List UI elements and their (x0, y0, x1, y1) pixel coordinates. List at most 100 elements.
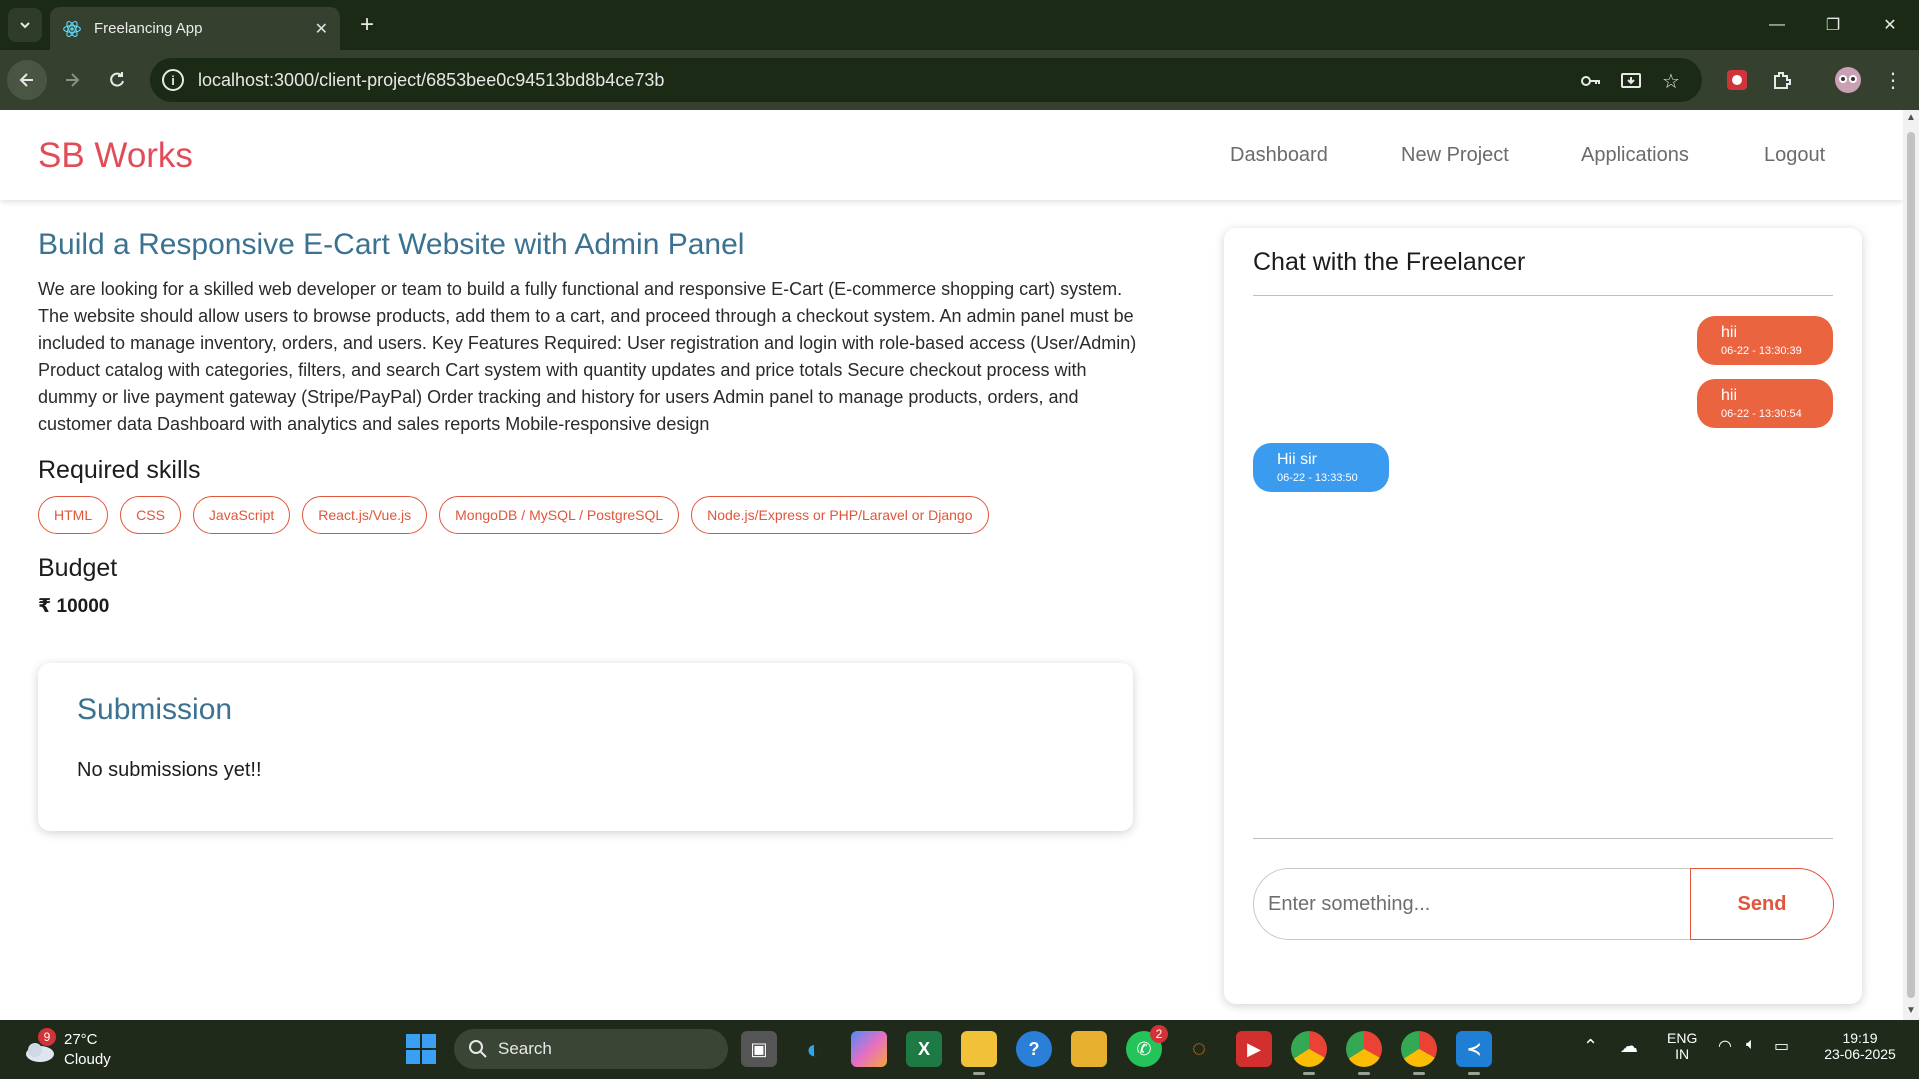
browser-tab-bar: Freelancing App ✕ + — ❐ ✕ (0, 0, 1919, 50)
skill-tag: Node.js/Express or PHP/Laravel or Django (691, 496, 989, 534)
nav-new-project[interactable]: New Project (1401, 144, 1509, 167)
address-bar[interactable]: i localhost:3000/client-project/6853bee0… (150, 58, 1702, 102)
wifi-icon[interactable]: ◠ (1718, 1036, 1732, 1056)
tab-search-button[interactable] (8, 8, 42, 42)
react-logo-icon (63, 20, 81, 37)
budget-value: ₹ 10000 (38, 596, 110, 617)
send-button[interactable]: Send (1690, 868, 1834, 940)
skill-tag: HTML (38, 496, 109, 534)
taskbar-search[interactable]: Search (454, 1029, 728, 1069)
message-text: hii (1721, 324, 1738, 341)
skill-tag: CSS (120, 496, 181, 534)
language-indicator[interactable]: ENG IN (1667, 1030, 1697, 1062)
message-text: hii (1721, 387, 1738, 404)
whatsapp-badge: 2 (1150, 1025, 1168, 1043)
whatsapp-icon[interactable]: ✆ 2 (1126, 1025, 1168, 1067)
media-player-icon[interactable]: ▶ (1236, 1031, 1272, 1067)
reload-button[interactable] (97, 60, 137, 100)
onedrive-cloud-icon[interactable]: ☁ (1620, 1036, 1638, 1057)
scroll-down-icon[interactable]: ▼ (1906, 1006, 1916, 1016)
jupyter-icon[interactable]: ◌ (1181, 1031, 1217, 1067)
excel-icon[interactable]: X (906, 1031, 942, 1067)
skill-tag: MongoDB / MySQL / PostgreSQL (439, 496, 680, 534)
submission-empty-text: No submissions yet!! (77, 759, 262, 781)
arrow-right-icon (66, 73, 80, 87)
scrollbar-thumb[interactable] (1907, 132, 1915, 998)
submission-card: Submission No submissions yet!! (38, 663, 1133, 831)
page-content: SB Works Dashboard New Project Applicati… (0, 110, 1903, 1020)
browser-toolbar: i localhost:3000/client-project/6853bee0… (0, 50, 1919, 110)
message-time: 06-22 - 13:30:54 (1721, 408, 1802, 420)
bookmark-star-icon[interactable]: ☆ (1658, 68, 1684, 94)
site-info-icon[interactable]: i (162, 69, 184, 91)
chat-message-input[interactable] (1253, 868, 1691, 940)
task-view-icon[interactable]: ▣ (741, 1031, 777, 1067)
skills-list: HTML CSS JavaScript React.js/Vue.js Mong… (38, 496, 989, 534)
minimize-icon[interactable]: — (1757, 8, 1797, 42)
clock-date: 23-06-2025 (1824, 1046, 1896, 1062)
chat-message-sent: hii 06-22 - 13:30:54 (1697, 379, 1833, 428)
extensions-puzzle-icon[interactable] (1765, 63, 1799, 97)
message-time: 06-22 - 13:30:39 (1721, 345, 1802, 357)
chat-message-sent: hii 06-22 - 13:30:39 (1697, 316, 1833, 365)
browser-tab-active[interactable]: Freelancing App ✕ (50, 7, 340, 50)
search-label: Search (498, 1039, 552, 1058)
volume-icon[interactable]: 🔈︎ (1746, 1036, 1756, 1054)
tab-title: Freelancing App (94, 20, 203, 37)
arrow-left-icon (19, 73, 33, 87)
password-key-icon[interactable] (1578, 68, 1604, 94)
chevron-down-icon (20, 22, 30, 29)
brand-logo[interactable]: SB Works (38, 136, 193, 176)
chat-title: Chat with the Freelancer (1253, 248, 1526, 276)
nav-applications[interactable]: Applications (1581, 144, 1689, 167)
copilot-icon[interactable] (851, 1031, 887, 1067)
chrome-profile-1-icon[interactable] (1291, 1031, 1327, 1075)
close-window-icon[interactable]: ✕ (1870, 8, 1910, 42)
skill-tag: React.js/Vue.js (302, 496, 428, 534)
forward-button[interactable] (52, 60, 92, 100)
message-time: 06-22 - 13:33:50 (1277, 472, 1358, 484)
chat-panel: Chat with the Freelancer hii 06-22 - 13:… (1224, 228, 1862, 1004)
chat-footer-divider (1253, 838, 1833, 839)
edge-browser-icon[interactable]: ◐ (796, 1031, 832, 1067)
search-icon (469, 1040, 487, 1058)
weather-condition[interactable]: Cloudy (64, 1051, 111, 1068)
more-menu-icon[interactable]: ⋮ (1876, 63, 1910, 97)
windows-start-icon[interactable] (405, 1033, 437, 1065)
language-code: ENG (1667, 1030, 1698, 1046)
restore-icon[interactable]: ❐ (1813, 8, 1853, 42)
clock-time: 19:19 (1842, 1030, 1878, 1046)
nav-dashboard[interactable]: Dashboard (1230, 144, 1328, 167)
show-hidden-icons[interactable]: ⌃ (1583, 1036, 1598, 1057)
chrome-profile-2-icon[interactable] (1346, 1031, 1382, 1075)
file-explorer-icon[interactable] (961, 1031, 997, 1075)
windows-taskbar: 9 27°C Cloudy Search ▣ ◐ X ? ✆ 2 ◌ ▶ ≺ ⌃… (0, 1020, 1919, 1079)
new-tab-button[interactable]: + (352, 10, 382, 40)
power-bi-icon[interactable] (1071, 1031, 1107, 1067)
project-description: We are looking for a skilled web develop… (38, 279, 1137, 434)
vscode-icon[interactable]: ≺ (1456, 1031, 1492, 1075)
extension-red-icon[interactable] (1720, 63, 1754, 97)
reload-icon (110, 72, 124, 87)
battery-icon[interactable]: ▭ (1774, 1036, 1789, 1056)
message-text: Hii sir (1277, 451, 1317, 468)
nav-logout[interactable]: Logout (1764, 144, 1825, 167)
project-title: Build a Responsive E-Cart Website with A… (38, 228, 745, 261)
weather-temperature[interactable]: 27°C (64, 1031, 98, 1048)
profile-avatar-icon[interactable] (1831, 63, 1865, 97)
page-scrollbar[interactable]: ▲ ▼ (1903, 110, 1919, 1020)
back-button[interactable] (7, 60, 47, 100)
skills-heading: Required skills (38, 456, 201, 484)
install-app-icon[interactable] (1618, 68, 1644, 94)
chat-message-received: Hii sir 06-22 - 13:33:50 (1253, 443, 1389, 492)
budget-heading: Budget (38, 554, 118, 582)
weather-alert-badge: 9 (38, 1028, 56, 1046)
close-tab-icon[interactable]: ✕ (315, 19, 328, 39)
help-icon[interactable]: ? (1016, 1031, 1052, 1067)
scroll-up-icon[interactable]: ▲ (1906, 113, 1916, 123)
skill-tag: JavaScript (192, 496, 291, 534)
clock[interactable]: 19:19 23-06-2025 (1815, 1030, 1905, 1062)
chat-header-divider (1253, 295, 1833, 296)
chrome-active-icon[interactable] (1401, 1031, 1437, 1075)
submission-heading: Submission (77, 693, 233, 726)
